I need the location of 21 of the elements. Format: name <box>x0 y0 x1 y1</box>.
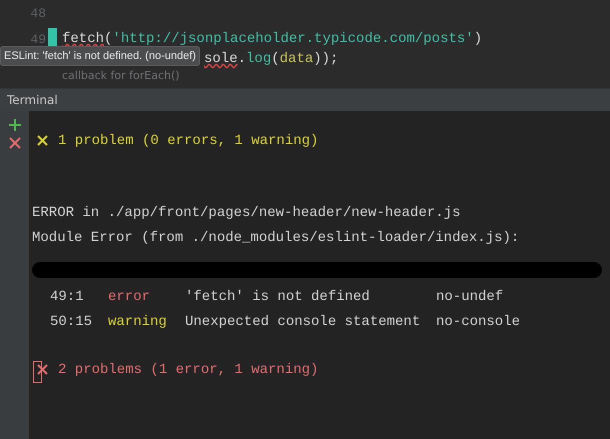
code-line: sole.log(data)); <box>203 51 338 67</box>
problem-message: 'fetch' is not defined <box>185 288 371 304</box>
code-line: fetch('http://jsonplaceholder.typicode.com/posts') <box>61 31 482 47</box>
close-icon[interactable] <box>8 137 20 149</box>
lint-tooltip: ESLint: 'fetch' is not defined. (no-undef) <box>0 46 200 66</box>
inlay-hint: callback for forEach() <box>62 69 180 82</box>
problem-summary: 1 problem (0 errors, 1 warning) <box>58 132 318 148</box>
add-icon[interactable] <box>8 119 20 131</box>
rule-name: no-console <box>436 314 522 330</box>
output-line: ERROR in ./app/front/pages/new-header/new-header.js <box>32 204 462 222</box>
line-number: 48 <box>29 6 46 20</box>
problem-summary: 2 problems (1 error, 1 warning) <box>58 362 318 378</box>
output-line: Module Error (from ./node_modules/eslint-loader/index.js): <box>32 228 520 248</box>
rule-name: no-undef <box>436 288 504 304</box>
problem-location: 50:15 <box>50 314 94 330</box>
terminal-title[interactable]: Terminal <box>7 93 58 107</box>
severity-label: warning <box>108 314 168 330</box>
line-number: 49 <box>29 32 46 46</box>
severity-label: error <box>108 288 152 304</box>
problem-location: 49:1 <box>50 288 85 304</box>
problem-message: Unexpected console statement <box>185 314 422 330</box>
